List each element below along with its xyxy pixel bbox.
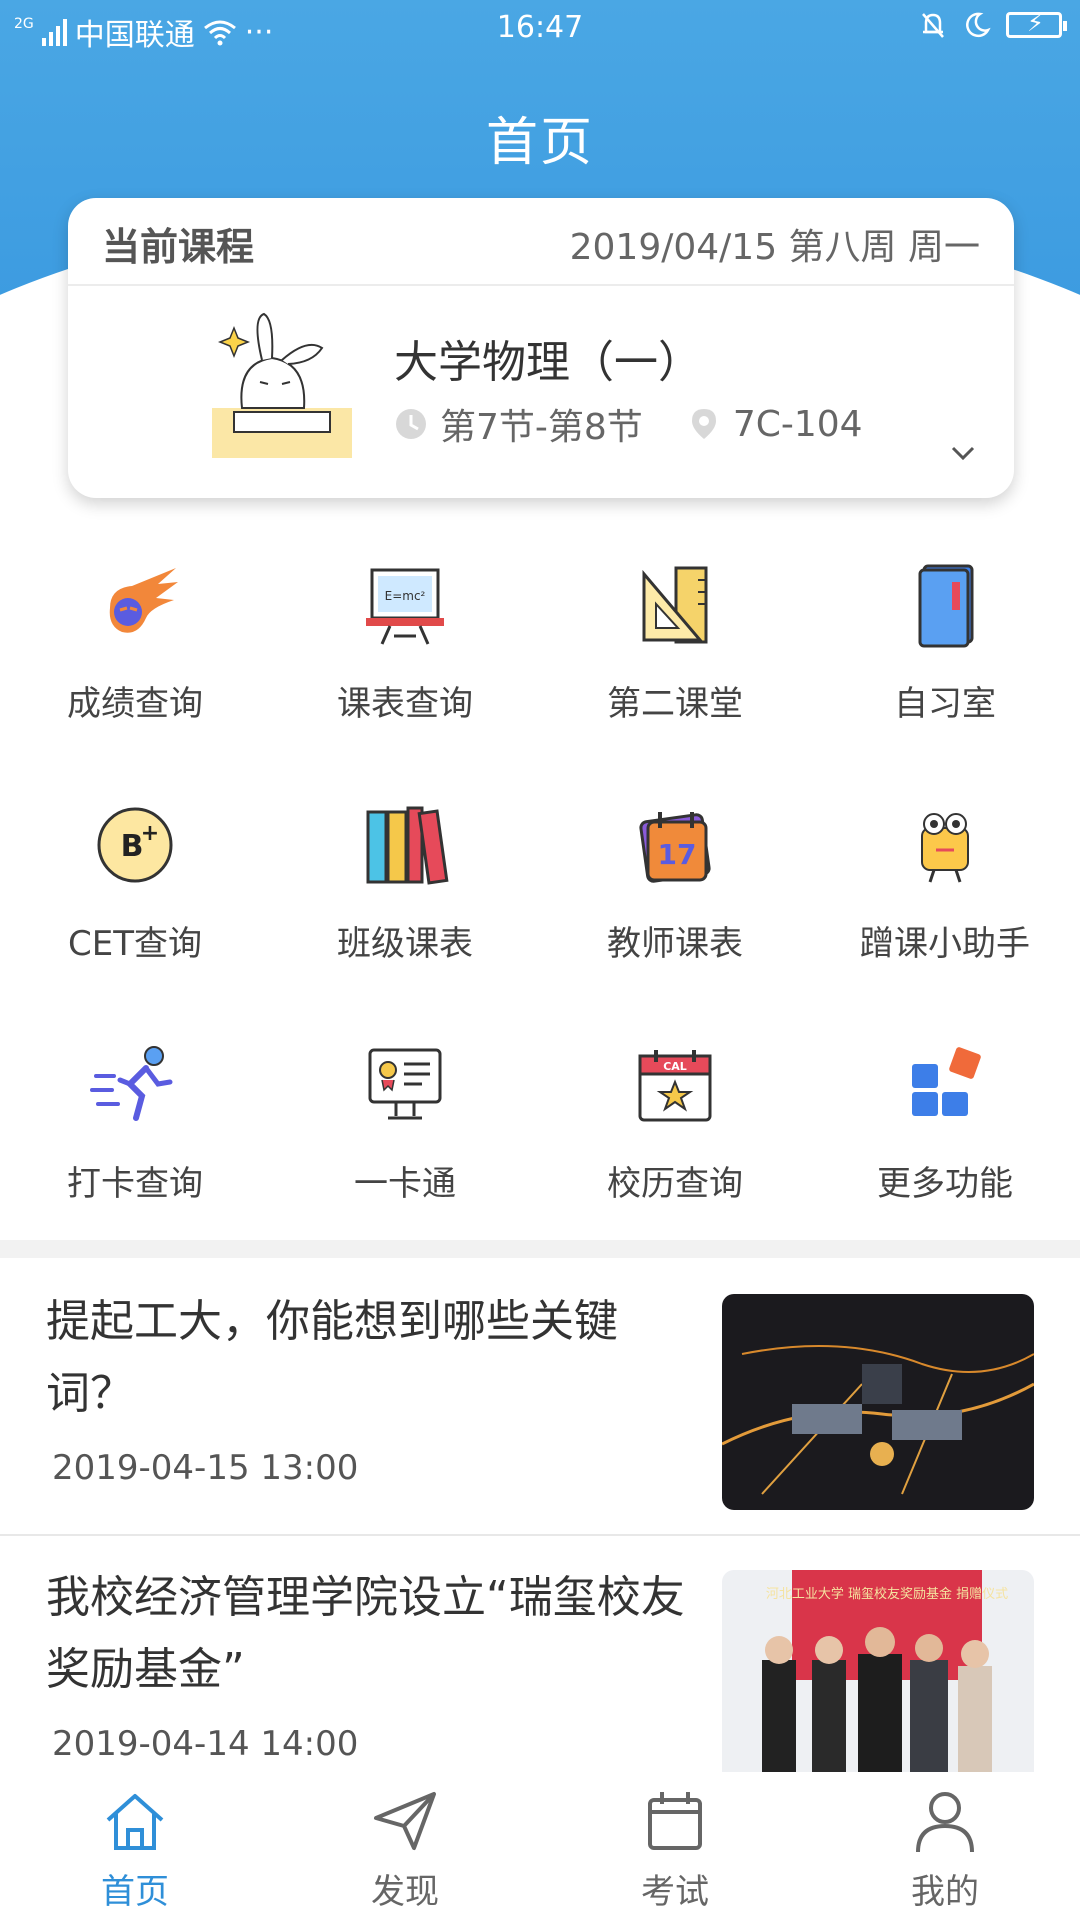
nav-label: 发现	[371, 1872, 439, 1912]
mute-bell-icon	[922, 13, 944, 38]
grid-item-grades[interactable]: 成绩查询	[0, 540, 270, 780]
user-icon	[916, 1792, 974, 1853]
grid-label: 蹭课小助手	[860, 924, 1030, 964]
grid-item-cet[interactable]: B + CET查询	[0, 780, 270, 1020]
chevron-down-icon[interactable]	[948, 438, 978, 468]
calendar-star-icon: CAL	[638, 1050, 712, 1122]
course-period: 第7节-第8节	[440, 407, 643, 448]
grid-item-class-timetable[interactable]: 班级课表	[270, 780, 540, 1020]
course-meta: 第7节-第8节 7C-104	[394, 398, 863, 450]
book-icon	[918, 564, 974, 648]
function-grid: 成绩查询 E=mc² 课表查询 第二课堂 自习室 B + CET查询 班级课表 …	[0, 540, 1080, 1260]
news-time: 2019-04-14 14:00	[52, 1724, 359, 1764]
nav-profile[interactable]: 我的	[810, 1772, 1080, 1920]
page-title: 首页	[485, 113, 594, 173]
news-item[interactable]: 我校经济管理学院设立“瑞玺校友奖励基金” 2019-04-14 14:00 河北…	[0, 1538, 1080, 1812]
grid-item-checkin[interactable]: 打卡查询	[0, 1020, 270, 1260]
ruler-triangle-icon	[642, 566, 708, 644]
grid-label: 校历查询	[607, 1164, 743, 1204]
grid-item-audit-helper[interactable]: 蹭课小助手	[810, 780, 1080, 1020]
nav-exam[interactable]: 考试	[540, 1772, 810, 1920]
news-thumbnail	[722, 1294, 1034, 1510]
news-thumbnail: 河北工业大学 瑞玺校友奖励基金 捐赠仪式	[722, 1570, 1034, 1786]
grid-label: 一卡通	[354, 1164, 456, 1204]
grid-label: 打卡查询	[67, 1164, 203, 1204]
news-time: 2019-04-15 13:00	[52, 1448, 359, 1488]
svg-text:+: +	[141, 821, 159, 846]
bottom-nav: 首页 发现 考试 我的	[0, 1772, 1080, 1920]
grid-item-school-calendar[interactable]: CAL 校历查询	[540, 1020, 810, 1260]
news-title: 提起工大，你能想到哪些关键词？	[46, 1296, 618, 1419]
paper-plane-icon	[374, 1792, 436, 1850]
clock-icon	[396, 409, 426, 439]
grid-item-campus-card[interactable]: 一卡通	[270, 1020, 540, 1260]
blackboard-icon: E=mc²	[366, 568, 444, 645]
grid-label: 课表查询	[337, 684, 473, 724]
b-plus-badge-icon: B +	[97, 807, 173, 883]
runner-icon	[90, 1046, 173, 1121]
book-spines-icon	[366, 806, 449, 885]
svg-text:E=mc²: E=mc²	[385, 589, 426, 603]
home-icon	[106, 1794, 164, 1850]
campus-night-aerial-image	[722, 1294, 1034, 1510]
calendar-icon	[648, 1792, 702, 1850]
status-right: ⚡	[918, 9, 1067, 40]
battery-icon: ⚡	[1006, 9, 1067, 38]
news-title: 我校经济管理学院设立“瑞玺校友奖励基金”	[46, 1572, 685, 1695]
course-name: 大学物理（一）	[394, 337, 702, 388]
rabbit-mascot-icon	[212, 312, 352, 458]
card-header: 当前课程 2019/04/15 第八周 周一	[68, 198, 1014, 286]
grid-item-more[interactable]: 更多功能	[810, 1020, 1080, 1260]
grid-label: 班级课表	[337, 924, 473, 964]
grid-label: 第二课堂	[607, 684, 743, 724]
location-pin-icon	[691, 409, 716, 439]
current-course-card[interactable]: 当前课程 2019/04/15 第八周 周一 大学物理（一） 第7节-第8节 7…	[68, 198, 1014, 498]
id-card-monitor-icon	[368, 1048, 442, 1120]
calendar-17-icon: 17	[639, 812, 711, 883]
apps-grid-icon	[912, 1047, 981, 1116]
news-item[interactable]: 提起工大，你能想到哪些关键词？ 2019-04-15 13:00	[0, 1262, 1080, 1536]
grid-label: 自习室	[894, 684, 996, 724]
current-course-label: 当前课程	[102, 225, 255, 269]
grid-item-second-classroom[interactable]: 第二课堂	[540, 540, 810, 780]
grid-label: CET查询	[68, 924, 202, 964]
nav-label: 考试	[641, 1872, 709, 1912]
grid-label: 成绩查询	[67, 684, 203, 724]
grid-item-timetable[interactable]: E=mc² 课表查询	[270, 540, 540, 780]
grid-item-study-room[interactable]: 自习室	[810, 540, 1080, 780]
svg-text:CAL: CAL	[663, 1060, 687, 1073]
grid-item-teacher-timetable[interactable]: 17 教师课表	[540, 780, 810, 1020]
section-divider	[0, 1240, 1080, 1258]
grid-label: 教师课表	[607, 924, 743, 964]
grid-label: 更多功能	[877, 1164, 1013, 1204]
robot-helper-icon	[921, 813, 969, 883]
comet-grade-icon	[109, 568, 178, 633]
nav-label: 我的	[911, 1872, 979, 1912]
nav-home[interactable]: 首页	[0, 1772, 270, 1920]
course-room: 7C-104	[732, 403, 863, 445]
svg-text:17: 17	[658, 838, 697, 871]
donation-ceremony-photo: 河北工业大学 瑞玺校友奖励基金 捐赠仪式	[722, 1570, 1034, 1786]
banner-text: 河北工业大学 瑞玺校友奖励基金 捐赠仪式	[766, 1586, 1008, 1602]
nav-discover[interactable]: 发现	[270, 1772, 540, 1920]
nav-label: 首页	[101, 1872, 169, 1912]
current-date-info: 2019/04/15 第八周 周一	[569, 227, 980, 268]
status-bar: 2G 中国联通 ··· 16:47 ⚡	[0, 0, 1080, 60]
moon-icon	[966, 12, 991, 38]
